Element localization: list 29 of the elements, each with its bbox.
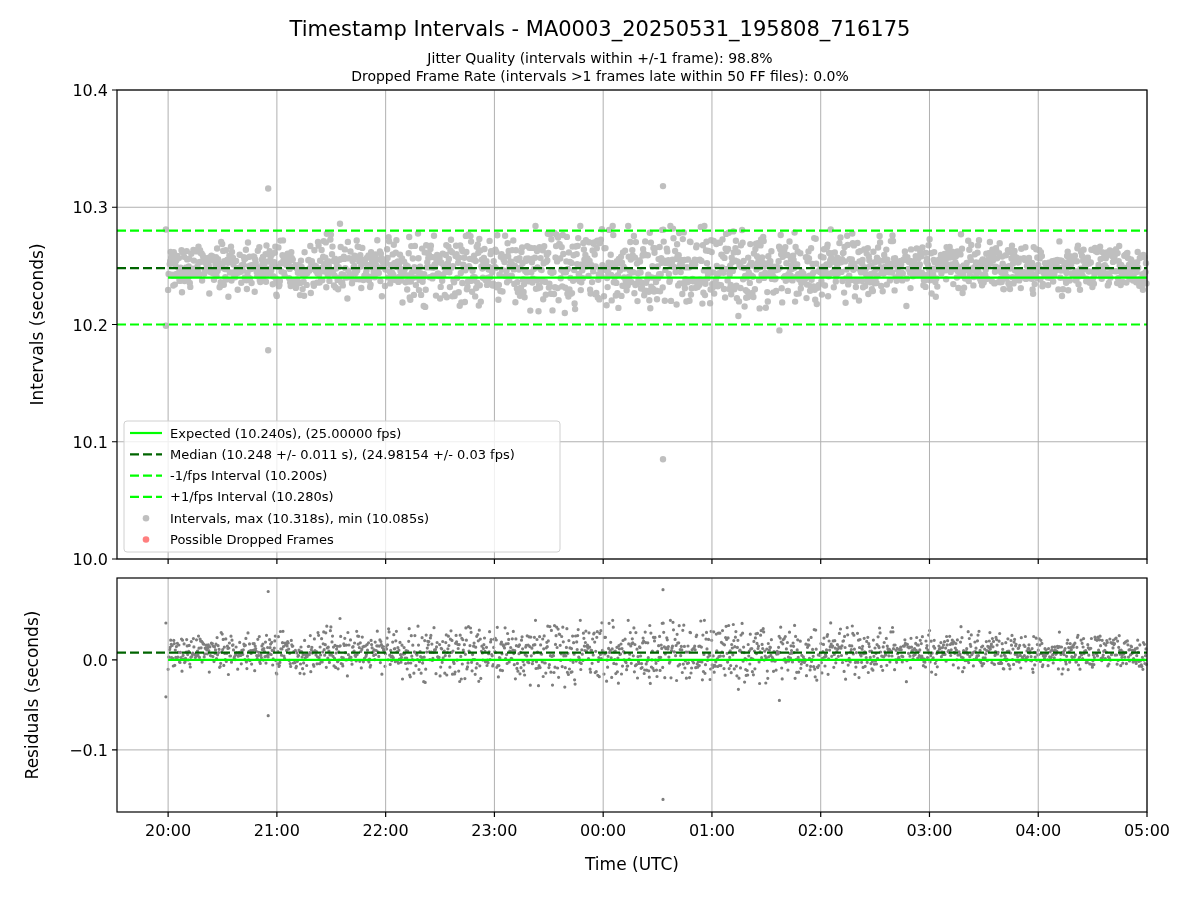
y-tick-label: 10.1	[72, 432, 108, 452]
y-tick-label: 10.2	[72, 315, 108, 335]
x-tick-label: 23:00	[471, 821, 518, 840]
y-axis-label: Intervals (seconds)	[27, 243, 47, 406]
legend-label: Possible Dropped Frames	[170, 532, 334, 547]
y-tick-label: 10.4	[72, 81, 108, 100]
x-tick-label: 00:00	[580, 821, 627, 840]
legend-label: Median (10.248 +/- 0.011 s), (24.98154 +/- 0.03 fps)	[170, 446, 515, 462]
x-tick-label: 04:00	[1015, 821, 1062, 840]
y-axis-label: Residuals (seconds)	[22, 610, 42, 780]
x-tick-label: 01:00	[688, 821, 735, 840]
chart-title: Timestamp Intervals - MA0003_20250531_195808_716175	[289, 17, 911, 41]
x-tick-label: 21:00	[253, 821, 300, 840]
legend-label: +1/fps Interval (10.280s)	[170, 489, 334, 505]
y-tick-label: 10.3	[72, 198, 108, 218]
x-tick-label: 05:00	[1123, 821, 1171, 840]
chart-subtitle: Dropped Frame Rate (intervals >1 frames late within 50 FF files): 0.0%	[351, 68, 849, 84]
x-tick-label: 03:00	[906, 821, 953, 840]
y-tick-label: 10.0	[72, 550, 108, 569]
x-tick-label: 20:00	[145, 821, 192, 840]
chart-subtitle: Jitter Quality (intervals within +/-1 frame): 98.8%	[427, 50, 773, 66]
x-tick-label: 22:00	[362, 821, 409, 840]
y-tick-label: −0.1	[69, 740, 108, 760]
legend-label: Intervals, max (10.318s), min (10.085s)	[170, 510, 429, 526]
y-tick-label: 0.0	[82, 650, 108, 670]
legend-label: -1/fps Interval (10.200s)	[170, 468, 328, 484]
legend-label: Expected (10.240s), (25.00000 fps)	[170, 425, 402, 441]
x-axis-label: Time (UTC)	[585, 854, 679, 874]
x-tick-label: 02:00	[797, 821, 844, 840]
